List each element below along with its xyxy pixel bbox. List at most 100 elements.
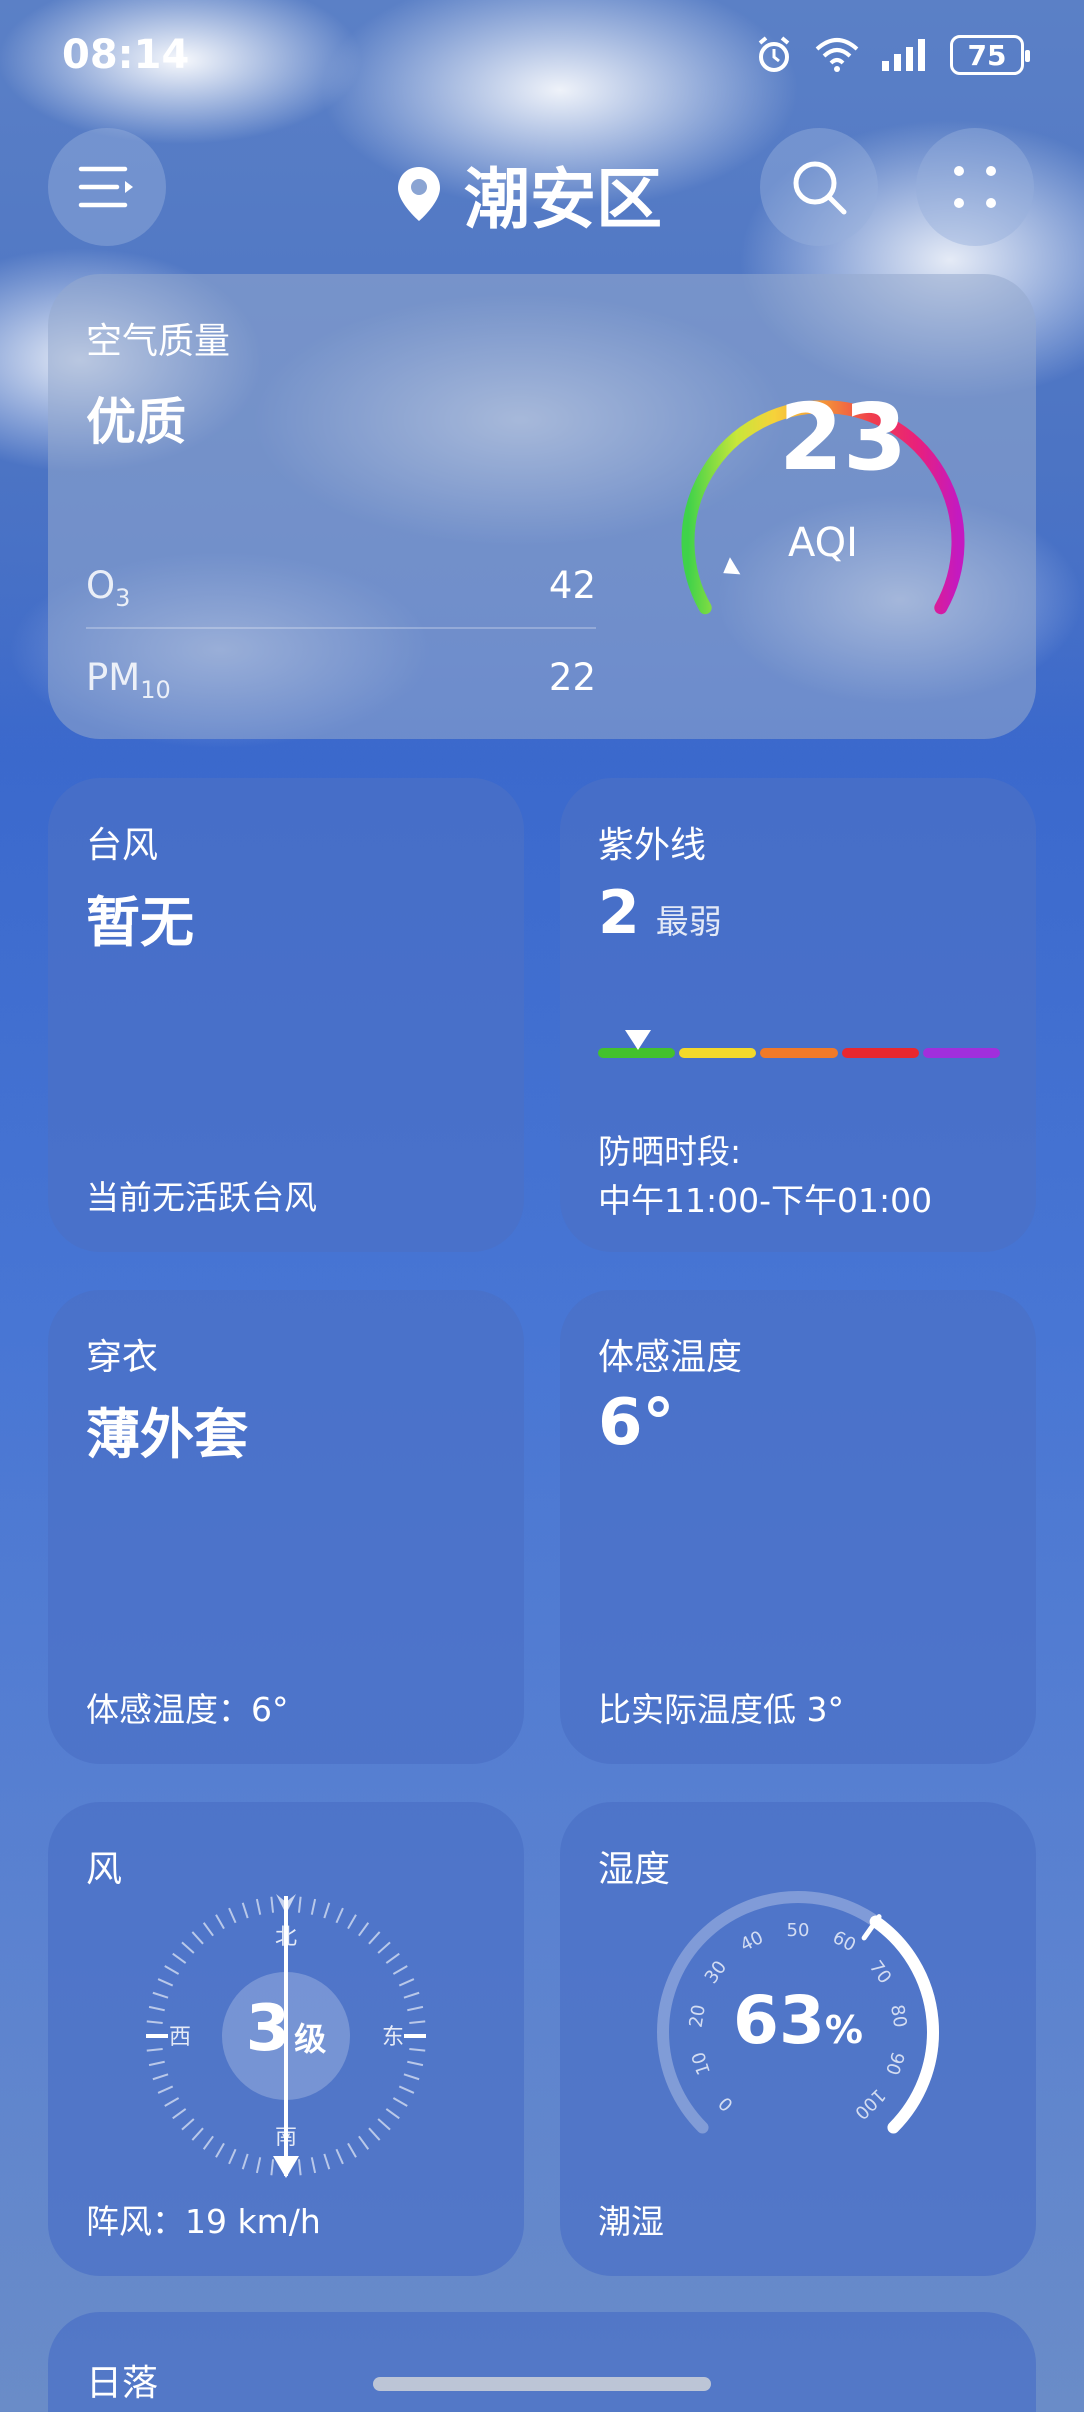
- wifi-icon: [815, 38, 859, 72]
- compass-tick: [215, 1914, 225, 1930]
- search-button[interactable]: [760, 128, 878, 246]
- compass-tick: [347, 1914, 357, 1930]
- compass-tick: [385, 2108, 400, 2120]
- compass-tick: [347, 2142, 357, 2158]
- compass-tick: [358, 2135, 370, 2150]
- top-bar: 潮安区: [0, 128, 1084, 248]
- typhoon-card[interactable]: 台风 暂无 当前无活跃台风: [48, 778, 524, 1252]
- uv-scale-marker: [625, 1030, 652, 1050]
- compass-tick: [202, 2135, 214, 2150]
- compass-tick: [297, 1896, 302, 1913]
- wind-card[interactable]: 风 北 南 东 西 3级 阵风：19 km/h: [48, 1802, 524, 2276]
- wind-title: 风: [86, 1849, 123, 1890]
- feels-like-desc: 比实际温度低 3°: [598, 1690, 844, 1729]
- humidity-reading: 63%: [678, 1982, 918, 2059]
- location-selector[interactable]: 潮安区: [396, 146, 662, 242]
- humidity-desc: 潮湿: [598, 2202, 664, 2241]
- feels-like-value: 6°: [598, 1386, 675, 1460]
- humidity-tick-label: 40: [737, 1927, 767, 1956]
- compass-tick: [191, 2127, 204, 2141]
- search-icon: [793, 161, 847, 215]
- status-bar: 08:14 75: [0, 0, 1084, 110]
- feels-like-card[interactable]: 体感温度 6° 比实际温度低 3°: [560, 1290, 1036, 1764]
- wind-arrow-head: [273, 2156, 299, 2178]
- uv-card[interactable]: 紫外线 2 最弱 防晒时段: 中午11:00-下午01:00: [560, 778, 1036, 1252]
- aqi-gauge-marker: [723, 557, 741, 575]
- sunset-card[interactable]: 日落: [48, 2312, 1036, 2412]
- aqi-gauge: AQI: [681, 400, 965, 615]
- compass-tick: [157, 1978, 174, 1987]
- compass-tick: [270, 2159, 275, 2176]
- compass-north: 北: [275, 1925, 297, 1950]
- more-icon: [954, 166, 996, 208]
- location-name: 潮安区: [464, 161, 662, 238]
- status-time: 08:14: [62, 32, 190, 78]
- compass-tick: [403, 1991, 420, 1999]
- compass-tick: [241, 1902, 249, 1919]
- compass-south: 南: [275, 2125, 297, 2150]
- compass-tick: [377, 1941, 391, 1954]
- compass-tick: [335, 1907, 344, 1924]
- uv-scale-segment: [760, 1048, 838, 1058]
- menu-button[interactable]: [48, 128, 166, 246]
- typhoon-title: 台风: [86, 825, 159, 866]
- clothing-card[interactable]: 穿衣 薄外套 体感温度：6°: [48, 1290, 524, 1764]
- air-quality-card[interactable]: 空气质量 优质 O3 42 PM10 22 AQI 23: [48, 274, 1036, 739]
- more-button[interactable]: [916, 128, 1034, 246]
- compass-tick: [398, 2085, 415, 2094]
- compass-tick: [255, 1898, 262, 1915]
- compass-tick: [191, 1931, 204, 1945]
- air-quality-title: 空气质量: [86, 321, 231, 362]
- feels-like-title: 体感温度: [598, 1337, 743, 1378]
- compass-tick: [403, 2073, 420, 2081]
- humidity-tick-label: 0: [715, 2092, 738, 2115]
- compass-tick: [310, 2157, 317, 2174]
- humidity-card[interactable]: 湿度 0 10 20 30 40 50 60 70 80 90 100 63% 潮湿: [560, 1802, 1036, 2276]
- pollutant-value: 42: [548, 564, 596, 607]
- sun-protection-time: 中午11:00-下午01:00: [598, 1181, 933, 1220]
- compass-tick: [148, 2060, 165, 2067]
- uv-scale-segment: [841, 1048, 919, 1058]
- uv-scale-segment: [679, 1048, 757, 1058]
- home-indicator[interactable]: [373, 2377, 711, 2391]
- uv-value-group: 2 最弱: [598, 878, 722, 948]
- sunset-title: 日落: [86, 2363, 159, 2404]
- uv-value: 2: [598, 878, 640, 948]
- compass-tick: [152, 2073, 169, 2081]
- aqi-value: 23: [778, 384, 908, 491]
- compass-tick: [228, 2148, 237, 2165]
- typhoon-desc: 当前无活跃台风: [86, 1178, 317, 1217]
- uv-scale-segment: [922, 1048, 1001, 1058]
- compass-tick: [335, 2148, 344, 2165]
- compass-east: 东: [382, 2025, 404, 2050]
- compass-tick: [146, 2047, 163, 2052]
- wind-level: 3级: [206, 1992, 366, 2066]
- compass-tick: [368, 1931, 381, 1945]
- compass-tick: [228, 1907, 237, 1924]
- compass-tick: [392, 2097, 408, 2107]
- uv-scale: [598, 1048, 1001, 1058]
- clothing-value: 薄外套: [86, 1403, 248, 1466]
- uv-level: 最弱: [655, 902, 722, 941]
- compass-tick: [202, 1922, 214, 1937]
- status-icons: 75: [754, 35, 1030, 75]
- pollutant-row-o3: O3 42: [86, 564, 596, 612]
- humidity-tick-label: 100: [850, 2084, 889, 2123]
- uv-title: 紫外线: [598, 825, 707, 866]
- compass-tick: [398, 1978, 415, 1987]
- pollutant-name: O3: [86, 564, 131, 612]
- menu-icon: [78, 166, 133, 208]
- clothing-title: 穿衣: [86, 1337, 159, 1378]
- compass-tick: [409, 2020, 426, 2025]
- humidity-value: 63: [733, 1982, 825, 2059]
- compass-tick: [181, 1941, 195, 1954]
- compass-tick: [181, 2118, 195, 2131]
- pollutant-name: PM10: [86, 656, 171, 704]
- compass-tick: [164, 1965, 180, 1975]
- compass-tick: [172, 1952, 187, 1964]
- compass-tick: [323, 1902, 331, 1919]
- humidity-tick-label: 60: [829, 1927, 859, 1956]
- wind-level-unit: 级: [294, 2020, 327, 2058]
- location-pin-icon: [398, 167, 440, 221]
- compass-tick: [146, 2020, 163, 2025]
